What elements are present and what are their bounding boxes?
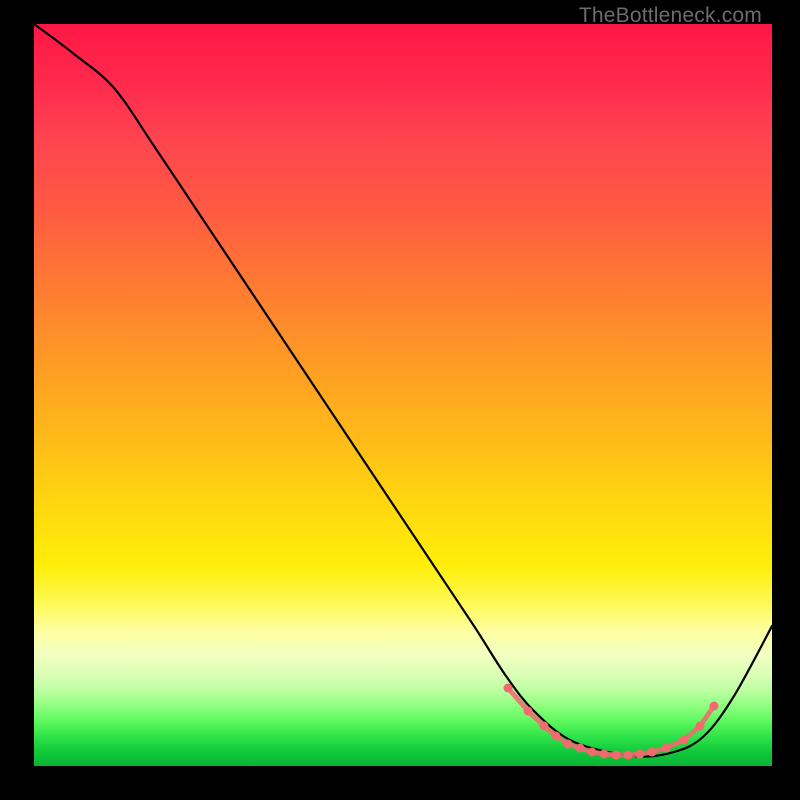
data-dot (540, 722, 549, 731)
data-dot (696, 722, 705, 731)
data-dot (504, 684, 513, 693)
data-dot (662, 744, 671, 753)
data-dot (524, 707, 533, 716)
data-dot (680, 736, 689, 745)
data-dot (564, 740, 573, 749)
watermark-text: TheBottleneck.com (579, 4, 762, 28)
data-dot (648, 748, 657, 757)
data-dot (624, 751, 633, 760)
data-dot (600, 750, 609, 759)
chart-frame (34, 24, 772, 766)
main-curve-group (34, 24, 772, 757)
main-curve (34, 24, 772, 757)
data-dot (612, 751, 621, 760)
data-dot (588, 748, 597, 757)
data-dot (576, 744, 585, 753)
dot-connector (508, 688, 714, 755)
data-dot (636, 750, 645, 759)
data-dot (552, 732, 561, 741)
data-dot (710, 702, 719, 711)
chart-svg (34, 24, 772, 766)
